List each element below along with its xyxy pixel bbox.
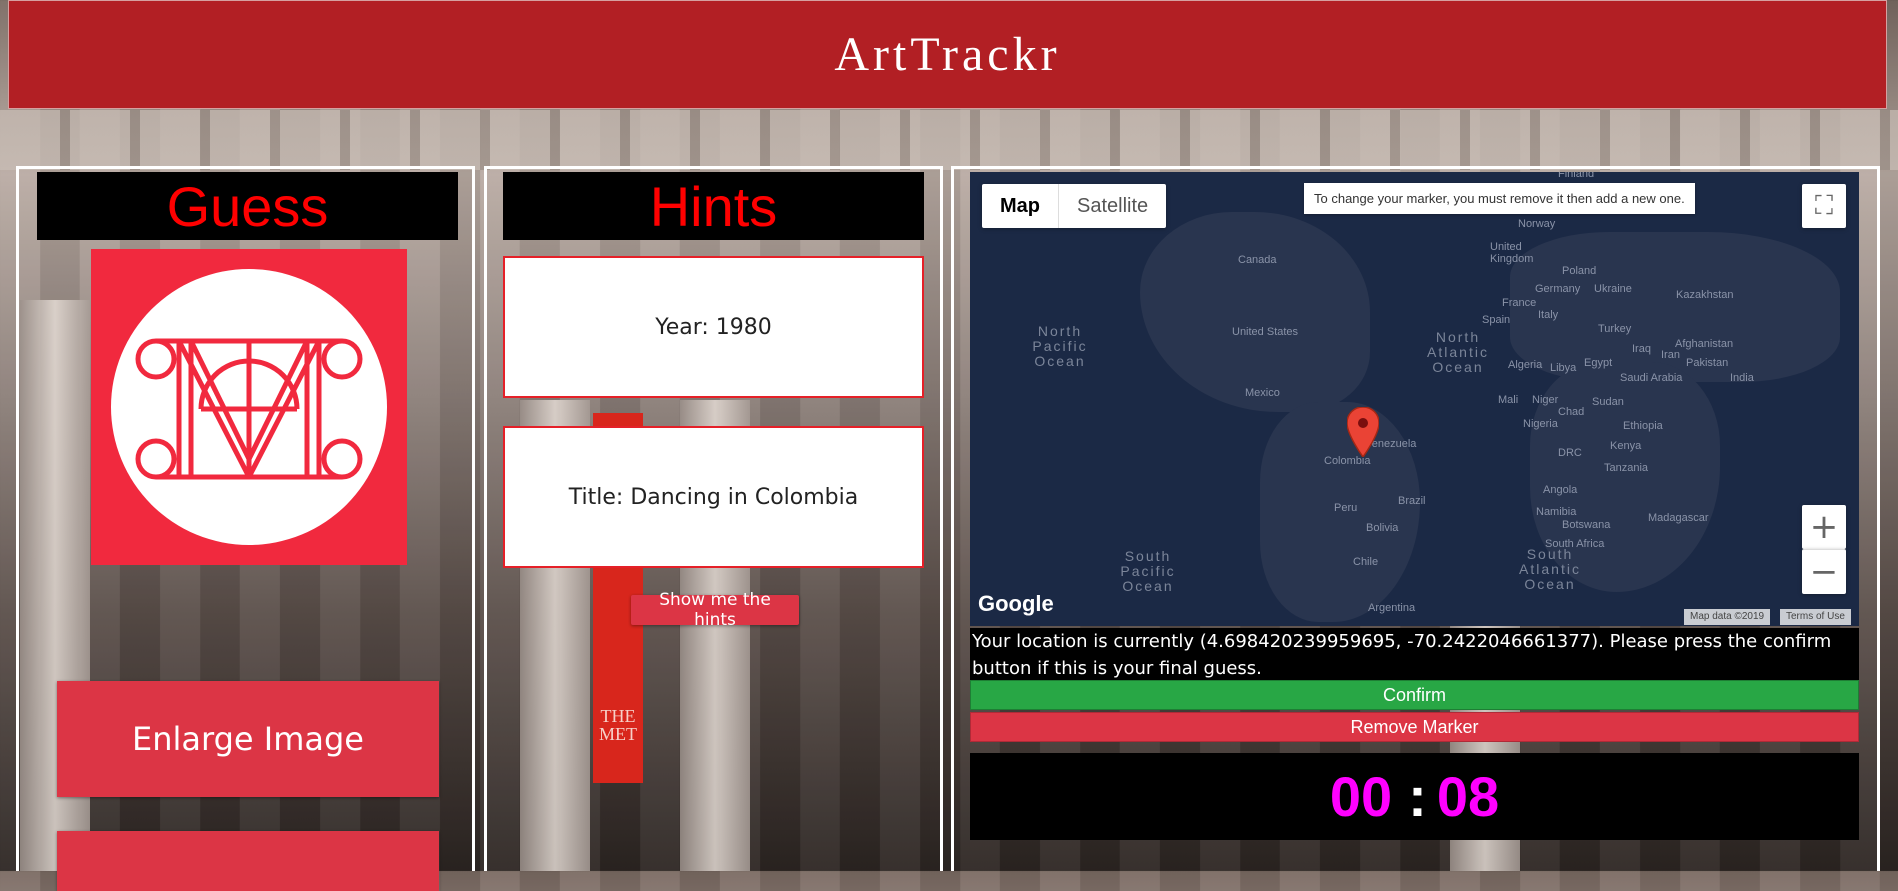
map-label: Poland bbox=[1562, 265, 1597, 277]
guess-heading: Guess bbox=[166, 174, 329, 238]
map-label: Botswana bbox=[1562, 519, 1611, 531]
map-type-map-button[interactable]: Map bbox=[982, 184, 1058, 228]
terms-of-use-link[interactable]: Terms of Use bbox=[1780, 609, 1851, 625]
hint-text: Year: 1980 bbox=[655, 314, 772, 340]
map-label: Angola bbox=[1543, 484, 1578, 496]
map-panel: North Pacific Ocean North Atlantic Ocean… bbox=[951, 166, 1880, 871]
map-label-ocean: North Atlantic Ocean bbox=[1427, 329, 1489, 375]
map-label: Ethiopia bbox=[1623, 420, 1663, 432]
map-type-satellite-button[interactable]: Satellite bbox=[1058, 184, 1166, 228]
banner-text: THE MET bbox=[599, 706, 637, 744]
map-label: Mexico bbox=[1245, 387, 1280, 399]
map-label: United Kingdom bbox=[1490, 241, 1534, 265]
map-pin-icon[interactable] bbox=[1346, 406, 1380, 461]
map-label: Germany bbox=[1535, 283, 1581, 295]
map-attribution: Map data ©2019 bbox=[1684, 609, 1771, 625]
hints-heading-bar: Hints bbox=[503, 172, 924, 240]
secondary-action-button[interactable] bbox=[57, 831, 439, 891]
map-label: Chad bbox=[1558, 406, 1585, 418]
guess-panel: Guess Enlarge Image bbox=[16, 166, 475, 891]
world-map[interactable]: North Pacific Ocean North Atlantic Ocean… bbox=[970, 172, 1859, 626]
map-label: Namibia bbox=[1536, 506, 1577, 518]
map-label: Italy bbox=[1538, 309, 1559, 321]
location-status: Your location is currently (4.6984202399… bbox=[970, 628, 1859, 680]
map-label: Iraq bbox=[1632, 343, 1651, 355]
met-museum-logo-icon bbox=[111, 269, 387, 545]
background-portico bbox=[0, 110, 1898, 170]
map-label: Kazakhstan bbox=[1676, 289, 1734, 301]
map-label: DRC bbox=[1558, 447, 1582, 459]
map-label: India bbox=[1730, 372, 1754, 384]
map-label: Tanzania bbox=[1604, 462, 1649, 474]
hint-card-title: Title: Dancing in Colombia bbox=[503, 426, 924, 568]
landmass-north-america bbox=[1140, 212, 1370, 412]
app-header: ArtTrackr bbox=[8, 0, 1887, 109]
map-label: Niger bbox=[1532, 394, 1559, 406]
map-label: Egypt bbox=[1584, 357, 1613, 369]
map-label: Chile bbox=[1353, 556, 1379, 568]
map-label: Nigeria bbox=[1523, 418, 1558, 430]
map-label: Iran bbox=[1661, 349, 1680, 361]
hint-text: Title: Dancing in Colombia bbox=[568, 484, 859, 510]
google-logo: Google bbox=[978, 591, 1054, 616]
map-label-ocean: North Pacific Ocean bbox=[1032, 323, 1088, 369]
map-label: Canada bbox=[1238, 254, 1277, 266]
map-type-control: Map Satellite bbox=[982, 184, 1167, 228]
countdown-timer: 00 : 08 bbox=[970, 753, 1859, 840]
map-label: Libya bbox=[1550, 362, 1577, 374]
map-label: Argentina bbox=[1368, 602, 1416, 614]
hint-card-year: Year: 1980 bbox=[503, 256, 924, 398]
map-label: Bolivia bbox=[1366, 522, 1399, 534]
map-label: Sudan bbox=[1592, 396, 1624, 408]
marker-tooltip: To change your marker, you must remove i… bbox=[1304, 183, 1695, 214]
enlarge-image-button[interactable]: Enlarge Image bbox=[57, 681, 439, 797]
map-label: Madagascar bbox=[1648, 512, 1709, 524]
map-label: Afghanistan bbox=[1675, 338, 1734, 350]
map-label: South Africa bbox=[1545, 538, 1605, 550]
map-label: Peru bbox=[1334, 502, 1358, 514]
confirm-button[interactable]: Confirm bbox=[970, 680, 1859, 710]
map-label: Finland bbox=[1558, 172, 1595, 180]
map-label: France bbox=[1502, 297, 1537, 309]
map-label: Turkey bbox=[1598, 323, 1632, 335]
timer-separator: : bbox=[1408, 765, 1427, 828]
map-label: Mali bbox=[1498, 394, 1519, 406]
map-label-ocean: South Atlantic Ocean bbox=[1519, 546, 1581, 592]
map-label: Pakistan bbox=[1686, 357, 1729, 369]
artwork-image[interactable] bbox=[91, 249, 407, 565]
guess-heading-bar: Guess bbox=[37, 172, 458, 240]
map-label: Norway bbox=[1518, 218, 1556, 230]
zoom-in-icon[interactable]: + bbox=[1802, 505, 1846, 549]
timer-seconds: 08 bbox=[1436, 765, 1500, 828]
map-label: Kenya bbox=[1610, 440, 1642, 452]
map-label: Brazil bbox=[1398, 495, 1426, 507]
remove-marker-button[interactable]: Remove Marker bbox=[970, 712, 1859, 742]
show-hints-button[interactable]: Show me the hints bbox=[631, 590, 799, 630]
map-label-ocean: South Pacific Ocean bbox=[1120, 548, 1176, 594]
app-title: ArtTrackr bbox=[834, 28, 1061, 81]
hints-panel: THE MET Hints Year: 1980 Title: Dancing … bbox=[484, 166, 943, 871]
timer-minutes: 00 bbox=[1329, 765, 1393, 828]
map-label: United States bbox=[1232, 326, 1299, 338]
fullscreen-icon[interactable]: ⛶ bbox=[1802, 184, 1846, 228]
hints-heading: Hints bbox=[649, 174, 778, 238]
map-label: Saudi Arabia bbox=[1620, 372, 1683, 384]
map-label: Ukraine bbox=[1594, 283, 1632, 295]
map-label: Algeria bbox=[1508, 359, 1543, 371]
zoom-out-icon[interactable]: − bbox=[1802, 549, 1846, 594]
map-label: Spain bbox=[1482, 314, 1511, 326]
